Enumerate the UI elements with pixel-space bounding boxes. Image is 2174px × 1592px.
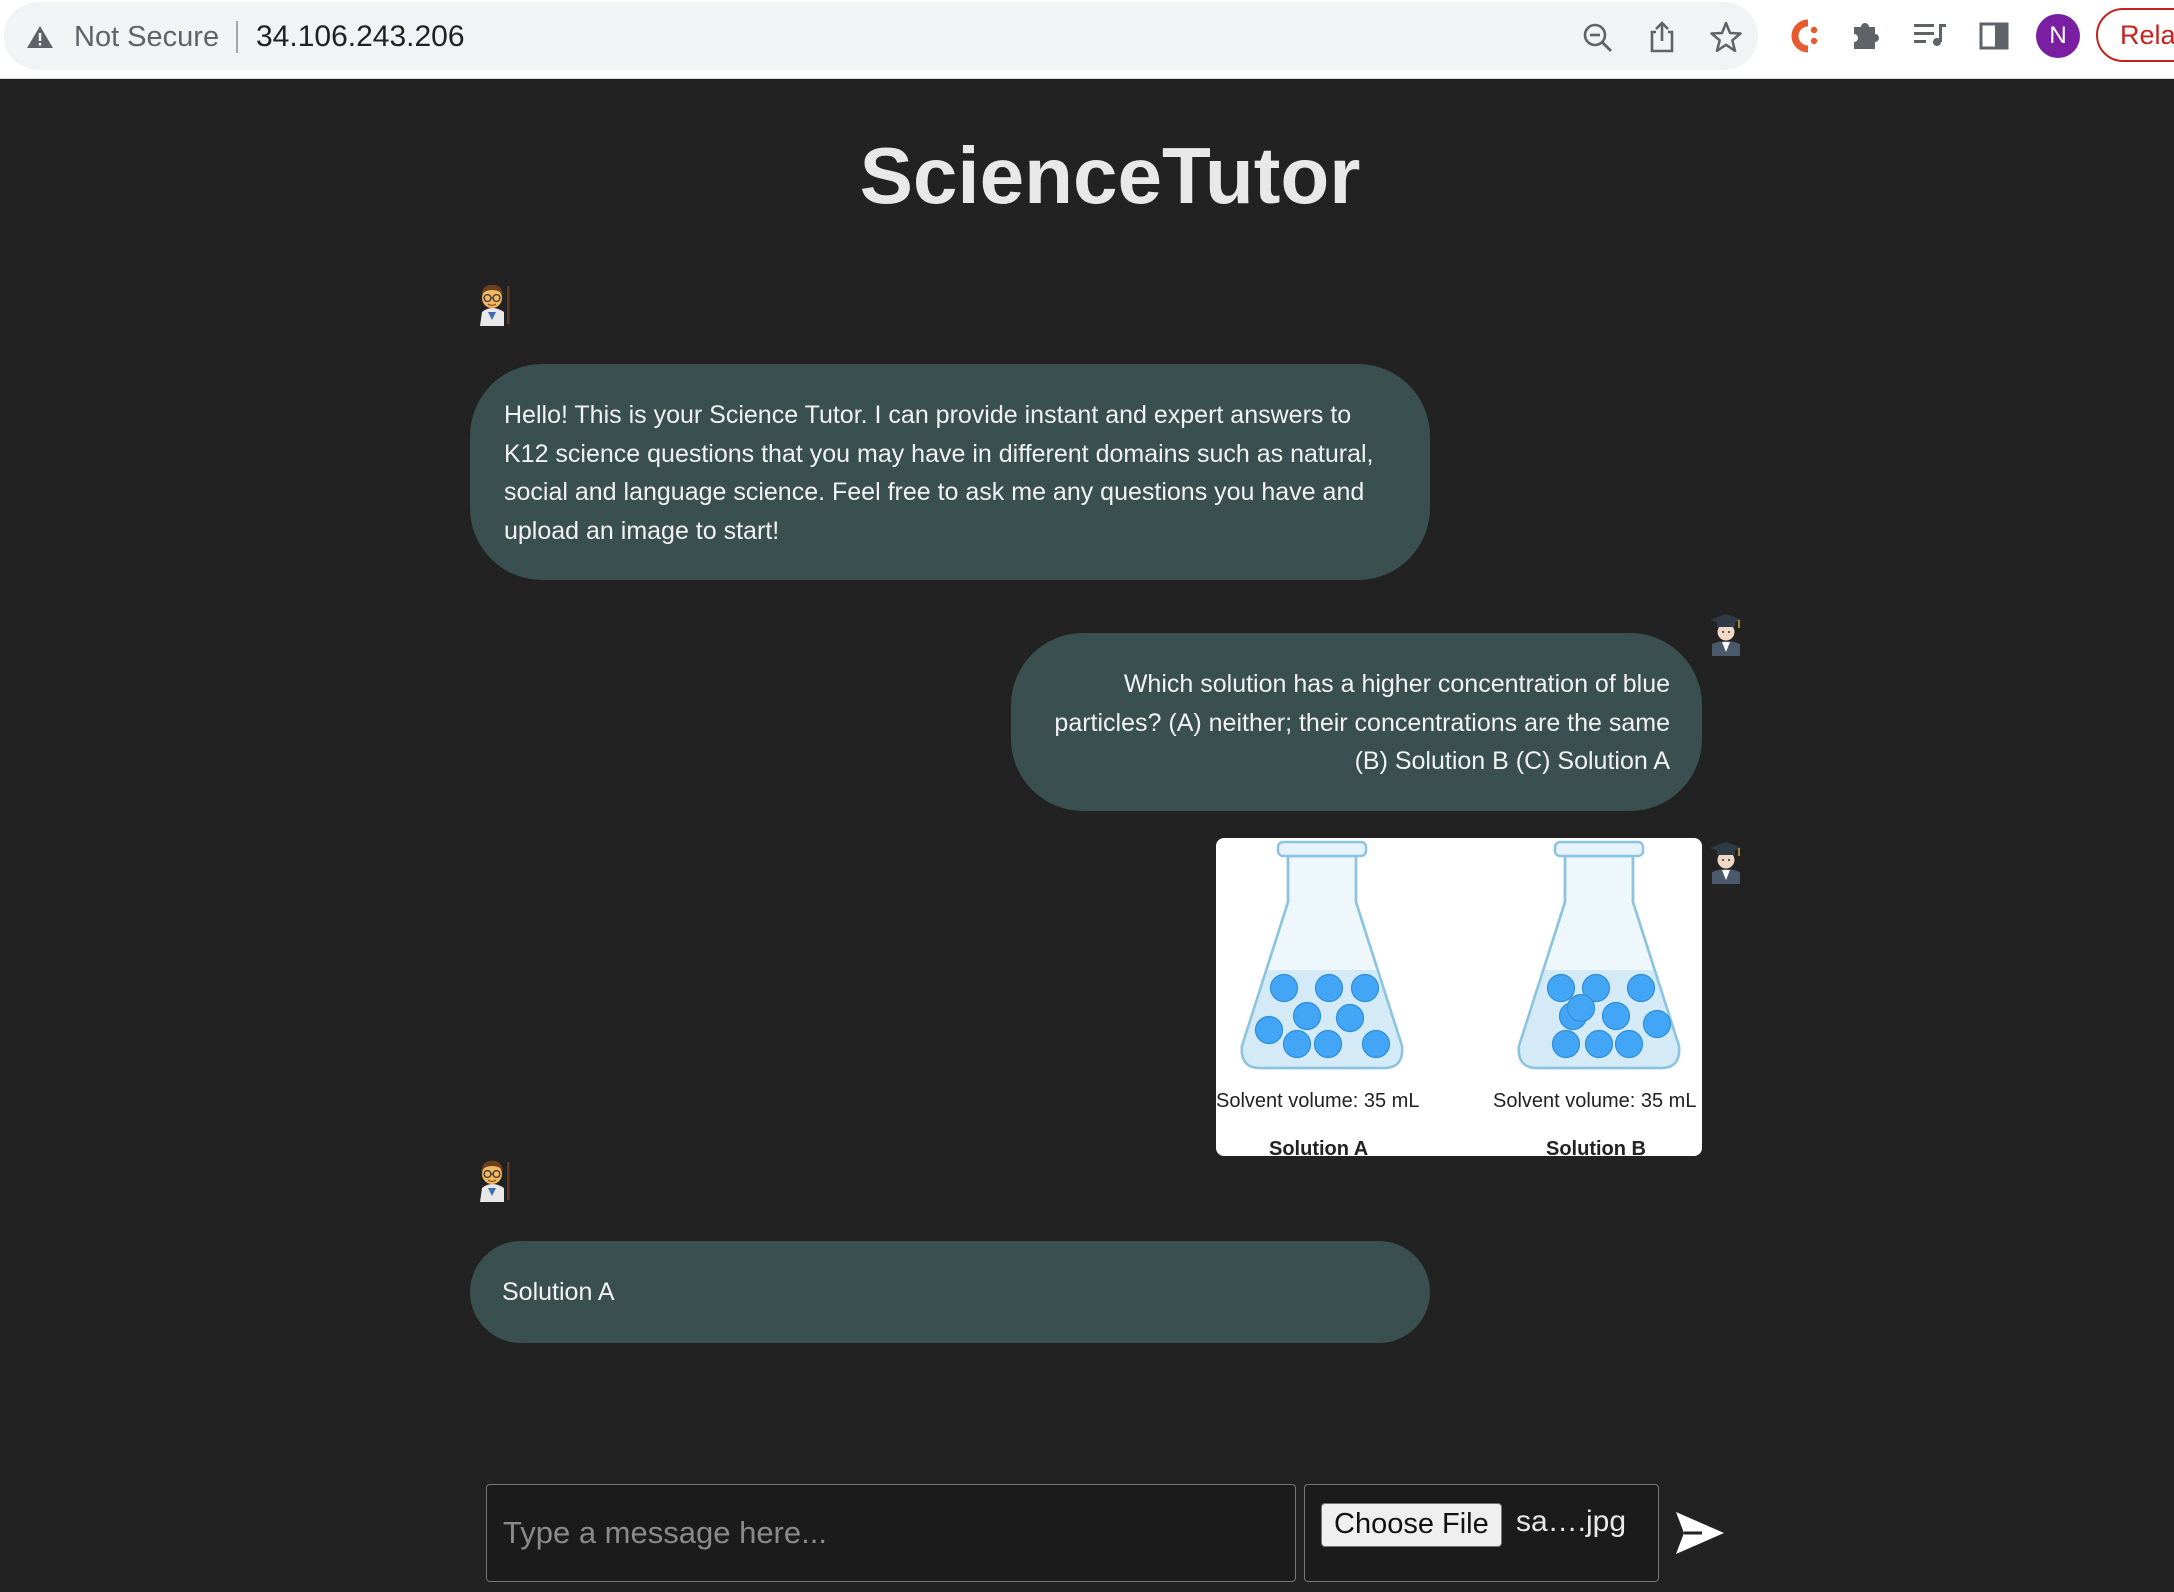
blue-particle bbox=[1292, 1001, 1322, 1031]
security-status-label[interactable]: Not Secure bbox=[74, 21, 219, 54]
blue-particle bbox=[1642, 1009, 1672, 1039]
send-arrow-icon[interactable] bbox=[1674, 1510, 1726, 1556]
blue-particle bbox=[1269, 973, 1299, 1003]
user-message-bubble: Which solution has a higher concentratio… bbox=[1011, 633, 1702, 811]
teacher-avatar-icon bbox=[480, 284, 510, 326]
blue-particle bbox=[1282, 1029, 1312, 1059]
flask-a-name: Solution A bbox=[1269, 1138, 1369, 1156]
blue-particle bbox=[1254, 1015, 1284, 1045]
uploaded-image: Solvent volume: 35 mL Solution A Solvent… bbox=[1216, 838, 1702, 1156]
flask-rim bbox=[1553, 840, 1645, 858]
bot-message-text: Hello! This is your Science Tutor. I can… bbox=[504, 401, 1374, 545]
blue-particle bbox=[1551, 1029, 1581, 1059]
flask-a-volume-label: Solvent volume: 35 mL bbox=[1216, 1090, 1420, 1112]
selected-file-name: sa….jpg bbox=[1516, 1505, 1627, 1538]
blue-particle bbox=[1361, 1029, 1391, 1059]
side-panel-icon[interactable] bbox=[1978, 20, 2010, 52]
message-input[interactable] bbox=[486, 1484, 1296, 1582]
blue-particle bbox=[1314, 973, 1344, 1003]
blue-particle bbox=[1566, 993, 1596, 1023]
bot-message-bubble: Hello! This is your Science Tutor. I can… bbox=[470, 364, 1430, 580]
flask-b-name: Solution B bbox=[1546, 1138, 1646, 1156]
page-title: ScienceTutor bbox=[859, 131, 1361, 220]
blue-particle bbox=[1601, 1001, 1631, 1031]
address-bar[interactable]: Not Secure 34.106.243.206 bbox=[4, 2, 1758, 70]
bot-message-bubble: Solution A bbox=[470, 1241, 1430, 1343]
blue-particle bbox=[1614, 1029, 1644, 1059]
blue-particle bbox=[1335, 1003, 1365, 1033]
blue-particle bbox=[1584, 1029, 1614, 1059]
warning-icon[interactable] bbox=[26, 24, 54, 50]
blue-particle bbox=[1626, 973, 1656, 1003]
flask-b-volume-label: Solvent volume: 35 mL bbox=[1493, 1090, 1697, 1112]
student-graduate-avatar-icon bbox=[1710, 842, 1742, 884]
file-upload-field[interactable]: Choose File sa….jpg bbox=[1304, 1484, 1659, 1582]
flask-rim bbox=[1276, 840, 1368, 858]
share-icon[interactable] bbox=[1647, 20, 1677, 54]
browser-toolbar: Not Secure 34.106.243.206 N Rela bbox=[0, 0, 2174, 79]
url-text[interactable]: 34.106.243.206 bbox=[256, 20, 465, 54]
media-queue-icon[interactable] bbox=[1912, 20, 1948, 50]
user-message-text: Which solution has a higher concentratio… bbox=[1054, 670, 1670, 775]
url-separator bbox=[236, 21, 238, 53]
teacher-avatar-icon bbox=[480, 1160, 510, 1202]
relaunch-button[interactable]: Rela bbox=[2096, 8, 2174, 62]
student-graduate-avatar-icon bbox=[1710, 614, 1742, 656]
blue-particle bbox=[1350, 973, 1380, 1003]
choose-file-button[interactable]: Choose File bbox=[1321, 1503, 1502, 1547]
extension-c-icon[interactable] bbox=[1786, 17, 1820, 55]
blue-particle bbox=[1313, 1029, 1343, 1059]
bookmark-star-icon[interactable] bbox=[1709, 20, 1743, 54]
zoom-out-icon[interactable] bbox=[1582, 22, 1614, 54]
extensions-puzzle-icon[interactable] bbox=[1850, 18, 1882, 52]
blue-particle bbox=[1546, 973, 1576, 1003]
bot-message-text: Solution A bbox=[502, 1278, 615, 1306]
profile-avatar[interactable]: N bbox=[2036, 14, 2080, 58]
